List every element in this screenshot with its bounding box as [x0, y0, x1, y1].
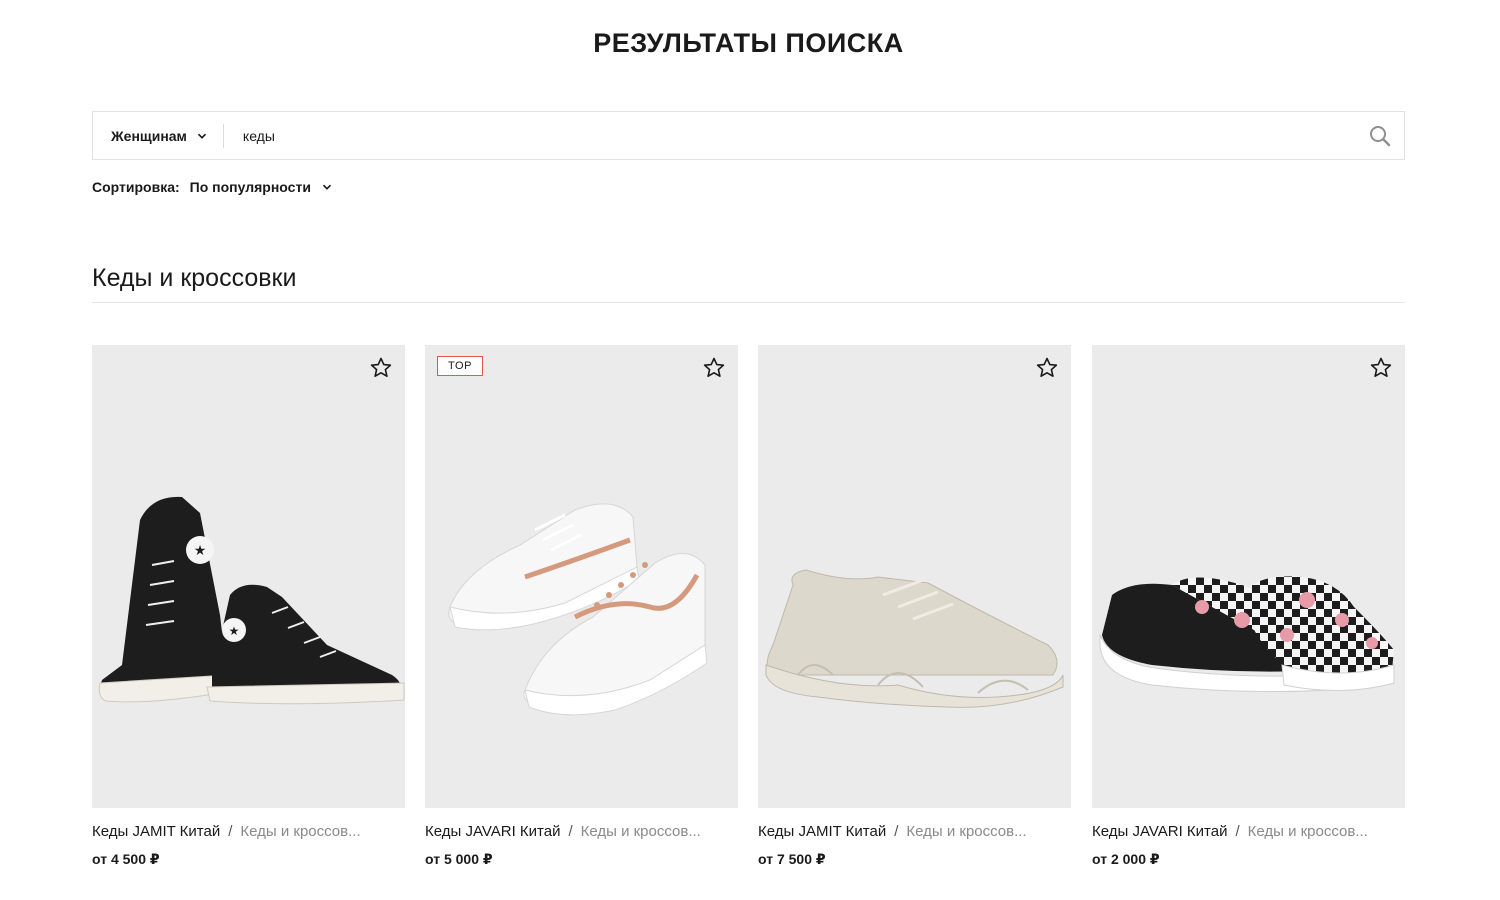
breadcrumb-separator: /	[894, 823, 899, 840]
product-image[interactable]: TOP	[425, 345, 738, 808]
search-icon	[1370, 125, 1391, 146]
category-dropdown[interactable]: Женщинам	[93, 112, 223, 159]
search-button[interactable]	[1356, 112, 1404, 159]
sort-label: Сортировка:	[92, 179, 180, 195]
svg-text:★: ★	[194, 542, 207, 558]
breadcrumb-separator: /	[228, 823, 233, 840]
product-category[interactable]: Кеды и кроссов...	[581, 823, 701, 840]
product-name[interactable]: Кеды JAMIT Китай	[92, 823, 220, 840]
breadcrumb-separator: /	[568, 823, 573, 840]
product-card[interactable]: Кеды JAMIT Китай / Кеды и кроссов... от …	[758, 345, 1071, 868]
star-outline-icon[interactable]	[369, 356, 393, 380]
product-name[interactable]: Кеды JAVARI Китай	[1092, 823, 1227, 840]
product-price: от 5 000 ₽	[425, 851, 493, 867]
search-results-page: РЕЗУЛЬТАТЫ ПОИСКА Женщинам Сортировка: П…	[0, 0, 1500, 900]
product-grid: ★ ★ Кеды JAMIT Китай / Кеды и кроссов...…	[92, 345, 1405, 885]
section-divider	[92, 302, 1405, 303]
search-input[interactable]	[223, 112, 1356, 159]
top-badge: TOP	[437, 356, 483, 376]
product-image[interactable]: ★ ★	[92, 345, 405, 808]
product-category[interactable]: Кеды и кроссов...	[906, 823, 1026, 840]
page-title: РЕЗУЛЬТАТЫ ПОИСКА	[593, 28, 904, 58]
chunky-sneaker-image	[765, 569, 1064, 708]
low-top-sneakers-image	[448, 503, 708, 716]
star-outline-icon[interactable]	[1369, 356, 1393, 380]
product-name[interactable]: Кеды JAVARI Китай	[425, 823, 560, 840]
chevron-down-icon	[197, 133, 206, 139]
sort-dropdown[interactable]: По популярности	[190, 179, 332, 195]
product-category[interactable]: Кеды и кроссов...	[1248, 823, 1368, 840]
product-caption: Кеды JAVARI Китай / Кеды и кроссов...	[425, 823, 738, 840]
product-card[interactable]: ★ ★ Кеды JAMIT Китай / Кеды и кроссов...…	[92, 345, 405, 868]
star-outline-icon[interactable]	[702, 356, 726, 380]
search-bar: Женщинам	[92, 111, 1405, 160]
product-category[interactable]: Кеды и кроссов...	[240, 823, 360, 840]
sort-row: Сортировка: По популярности	[92, 179, 332, 195]
product-price: от 7 500 ₽	[758, 851, 826, 867]
breadcrumb-separator: /	[1235, 823, 1240, 840]
chevron-down-icon	[322, 184, 332, 190]
svg-text:★: ★	[229, 624, 240, 638]
section-title: Кеды и кроссовки	[92, 264, 297, 292]
product-caption: Кеды JAMIT Китай / Кеды и кроссов...	[92, 823, 405, 840]
slip-on-sneakers-image	[1099, 576, 1395, 693]
product-card[interactable]: Кеды JAVARI Китай / Кеды и кроссов... от…	[1092, 345, 1405, 868]
star-outline-icon[interactable]	[1035, 356, 1059, 380]
product-price: от 2 000 ₽	[1092, 851, 1160, 867]
product-card[interactable]: TOP Кеды JAVARI Китай / Кеды и кроссов..…	[425, 345, 738, 868]
category-dropdown-label: Женщинам	[111, 127, 187, 144]
product-caption: Кеды JAMIT Китай / Кеды и кроссов...	[758, 823, 1071, 840]
product-name[interactable]: Кеды JAMIT Китай	[758, 823, 886, 840]
product-image[interactable]	[1092, 345, 1405, 808]
sort-dropdown-value: По популярности	[189, 179, 311, 195]
high-top-sneakers-image: ★ ★	[98, 496, 405, 705]
product-price: от 4 500 ₽	[92, 851, 160, 867]
product-image[interactable]	[758, 345, 1071, 808]
product-caption: Кеды JAVARI Китай / Кеды и кроссов...	[1092, 823, 1405, 840]
